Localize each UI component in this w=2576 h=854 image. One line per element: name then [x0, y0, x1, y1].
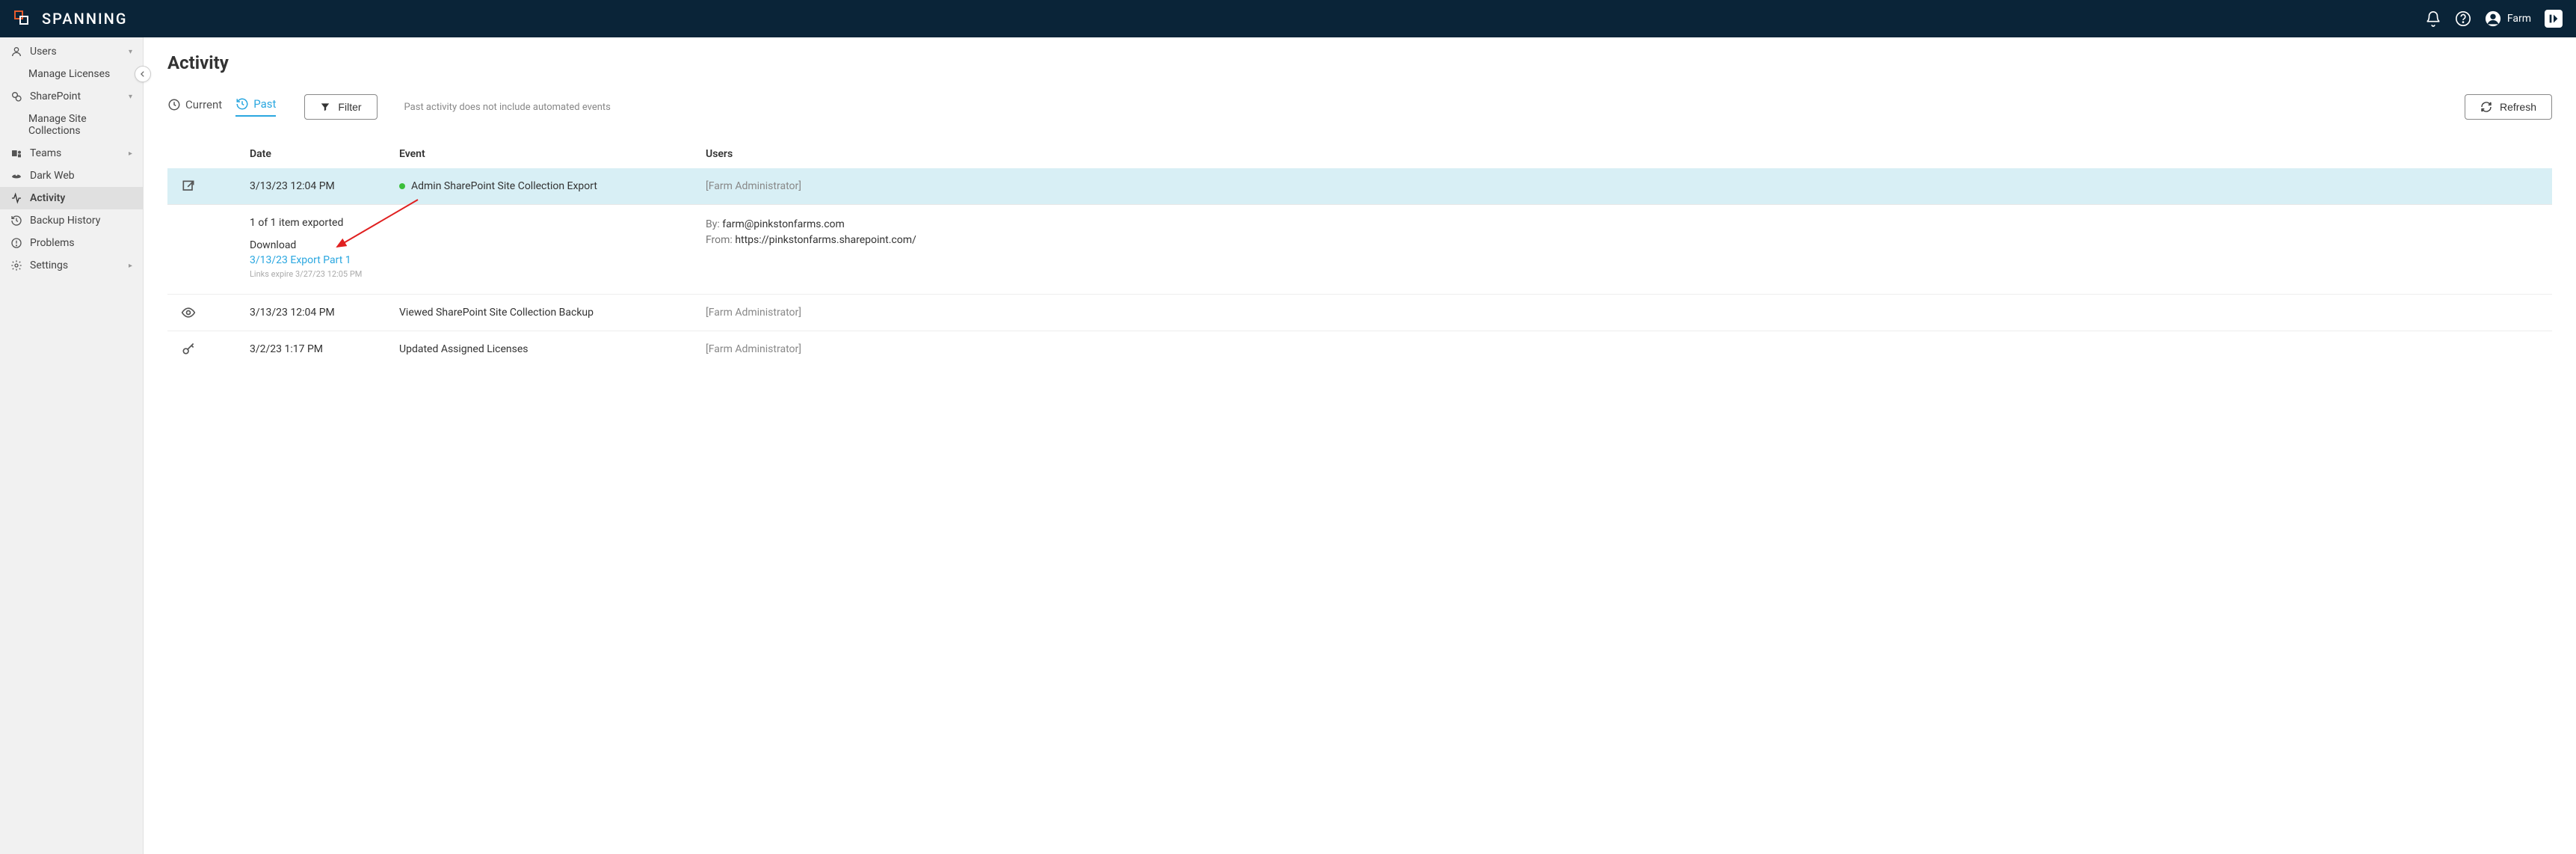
sidebar-item-manage-licenses[interactable]: Manage Licenses — [0, 63, 143, 85]
tab-label: Current — [185, 98, 222, 111]
chevron-right-icon: ▸ — [129, 150, 132, 158]
sidebar-item-activity[interactable]: Activity — [0, 187, 143, 209]
cell-event: Admin SharePoint Site Collection Export — [399, 180, 706, 192]
cell-users: [Farm Administrator] — [706, 180, 2552, 192]
export-icon — [181, 179, 196, 194]
teams-icon — [10, 147, 22, 159]
filter-button[interactable]: Filter — [304, 94, 377, 120]
column-header-event: Event — [399, 148, 706, 160]
sidebar-item-label: Users — [30, 46, 57, 58]
chevron-right-icon: ▸ — [129, 262, 132, 270]
user-icon — [10, 46, 22, 58]
header-right: Farm — [2425, 10, 2563, 28]
sidebar-item-backup-history[interactable]: Backup History — [0, 209, 143, 232]
sidebar: Users ▾ Manage Licenses SharePoint ▾ Man… — [0, 37, 144, 854]
sidebar-item-label: Manage Site Collections — [28, 113, 132, 137]
refresh-button[interactable]: Refresh — [2465, 94, 2552, 120]
user-menu[interactable]: Farm — [2485, 10, 2531, 27]
cell-users: [Farm Administrator] — [706, 307, 2552, 319]
export-summary: 1 of 1 item exported — [250, 217, 706, 229]
tab-label: Past — [253, 97, 276, 111]
chevron-down-icon: ▾ — [129, 93, 132, 101]
filter-icon — [320, 102, 330, 112]
sidebar-item-label: Activity — [30, 192, 65, 204]
sidebar-item-label: Backup History — [30, 215, 100, 227]
activity-table: Date Event Users 3/13/23 12:04 PM Admin … — [167, 141, 2552, 367]
download-link[interactable]: 3/13/23 Export Part 1 — [250, 254, 351, 266]
sidebar-item-manage-site-collections[interactable]: Manage Site Collections — [0, 108, 143, 142]
sidebar-item-label: Settings — [30, 259, 68, 271]
activity-icon — [10, 192, 22, 204]
clock-icon — [167, 98, 181, 111]
sidebar-item-settings[interactable]: Settings ▸ — [0, 254, 143, 277]
row-expanded-detail: 1 of 1 item exported Download 3/13/23 Ex… — [167, 204, 2552, 294]
brand-text: SPANNING — [42, 10, 128, 28]
main-content: Activity Current Past Filter Past activi… — [144, 37, 2576, 854]
sidebar-item-problems[interactable]: Problems — [0, 232, 143, 254]
cell-date: 3/13/23 12:04 PM — [250, 180, 399, 192]
gear-icon — [10, 259, 22, 271]
logo-icon — [13, 10, 31, 28]
tab-past[interactable]: Past — [235, 97, 276, 117]
download-label: Download — [250, 239, 706, 251]
header-left: SPANNING — [13, 10, 128, 28]
cell-date: 3/2/23 1:17 PM — [250, 343, 399, 355]
history-icon — [235, 97, 249, 111]
column-header-date: Date — [250, 148, 399, 160]
app-header: SPANNING Farm — [0, 0, 2576, 37]
app-switcher-icon[interactable] — [2545, 10, 2563, 28]
filter-label: Filter — [338, 101, 361, 113]
table-header: Date Event Users — [167, 141, 2552, 168]
sidebar-item-label: Dark Web — [30, 170, 75, 182]
refresh-icon — [2480, 101, 2492, 113]
bell-icon[interactable] — [2425, 10, 2441, 27]
chevron-down-icon: ▾ — [129, 48, 132, 56]
sidebar-item-users[interactable]: Users ▾ — [0, 40, 143, 63]
darkweb-icon — [10, 170, 22, 182]
sidebar-item-sharepoint[interactable]: SharePoint ▾ — [0, 85, 143, 108]
sidebar-item-label: Problems — [30, 237, 75, 249]
column-header-users: Users — [706, 148, 2552, 160]
problems-icon — [10, 237, 22, 249]
status-dot-icon — [399, 183, 405, 189]
page-title: Activity — [167, 52, 2552, 73]
table-row[interactable]: 3/13/23 12:04 PM Viewed SharePoint Site … — [167, 294, 2552, 331]
refresh-label: Refresh — [2500, 101, 2536, 113]
by-line: By: farm@pinkstonfarms.com — [706, 217, 2552, 233]
cell-date: 3/13/23 12:04 PM — [250, 307, 399, 319]
cell-users: [Farm Administrator] — [706, 343, 2552, 355]
links-expire-note: Links expire 3/27/23 12:05 PM — [250, 269, 706, 279]
sharepoint-icon — [10, 90, 22, 102]
history-icon — [10, 215, 22, 227]
cell-event: Viewed SharePoint Site Collection Backup — [399, 307, 706, 319]
cell-event: Updated Assigned Licenses — [399, 343, 706, 355]
from-line: From: https://pinkstonfarms.sharepoint.c… — [706, 233, 2552, 248]
toolbar: Current Past Filter Past activity does n… — [167, 94, 2552, 120]
tab-current[interactable]: Current — [167, 98, 222, 116]
sidebar-item-label: Manage Licenses — [28, 68, 110, 80]
sidebar-item-label: SharePoint — [30, 90, 81, 102]
sidebar-item-teams[interactable]: Teams ▸ — [0, 142, 143, 165]
key-icon — [181, 342, 196, 357]
sidebar-item-dark-web[interactable]: Dark Web — [0, 165, 143, 187]
help-icon[interactable] — [2455, 10, 2471, 27]
table-row[interactable]: 3/2/23 1:17 PM Updated Assigned Licenses… — [167, 331, 2552, 367]
eye-icon — [181, 305, 196, 320]
user-name: Farm — [2507, 13, 2531, 25]
table-row[interactable]: 3/13/23 12:04 PM Admin SharePoint Site C… — [167, 168, 2552, 204]
toolbar-note: Past activity does not include automated… — [404, 102, 611, 113]
sidebar-item-label: Teams — [30, 147, 61, 159]
